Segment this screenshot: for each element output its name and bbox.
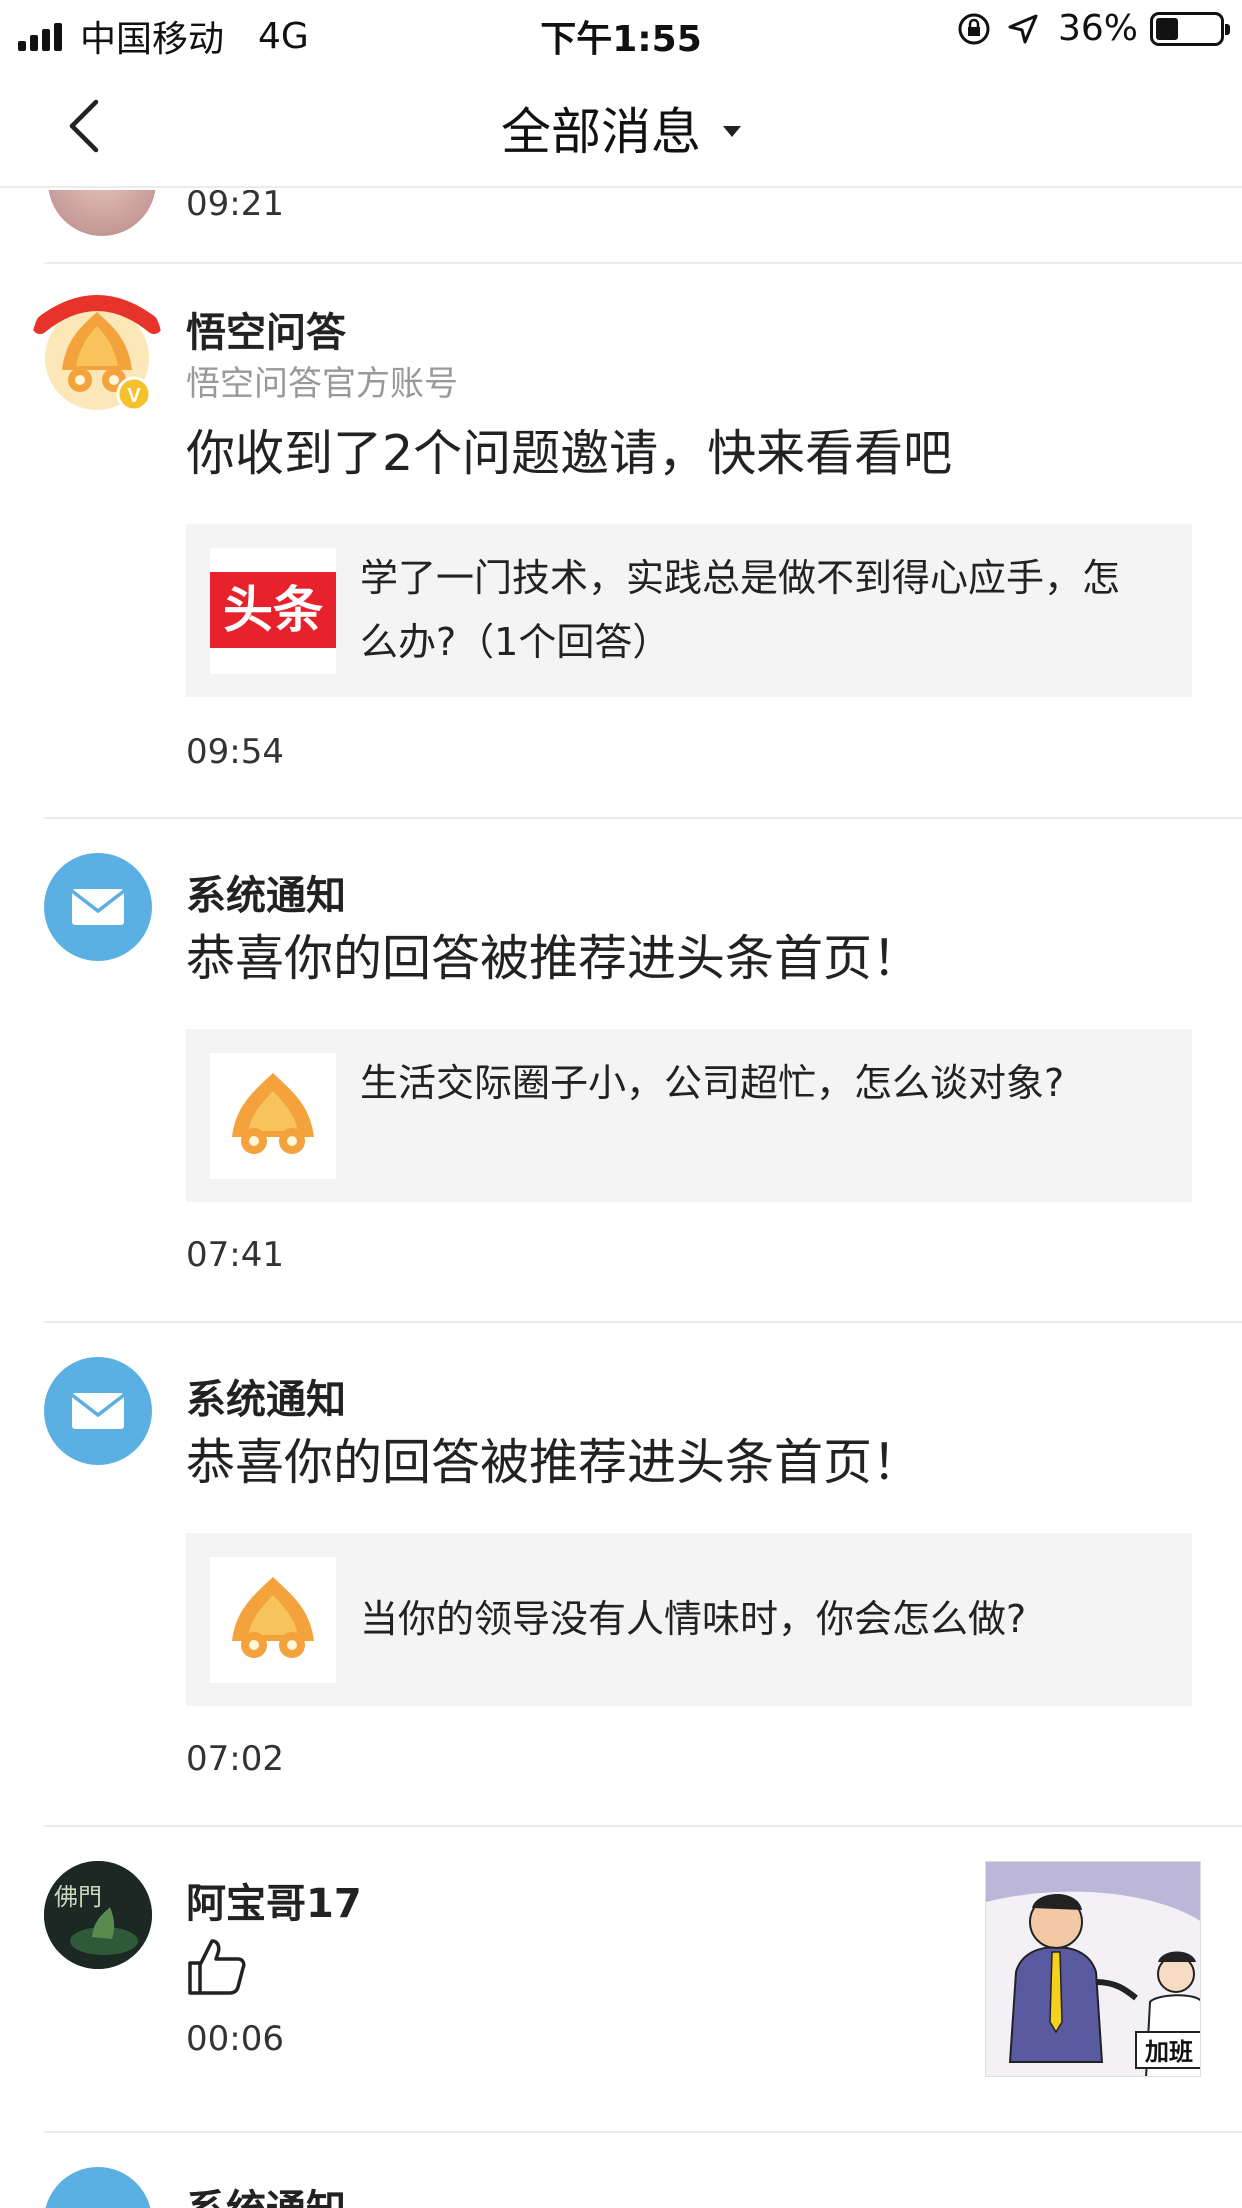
list-item[interactable]: 系统通知 (0, 2133, 1242, 2208)
message-text: 恭喜你的回答被推荐进头条首页！ (186, 930, 922, 987)
toutiao-logo: 头条 (210, 572, 336, 648)
card-thumbnail (210, 1053, 336, 1179)
battery-fill (1156, 17, 1178, 40)
sender-name[interactable]: 系统通知 (186, 863, 346, 921)
card-thumbnail (210, 1557, 336, 1683)
card-text: 学了一门技术，实践总是做不到得心应手，怎么办?（1个回答） (360, 556, 1121, 664)
location-icon (1008, 14, 1038, 43)
caret-down-icon (723, 126, 741, 137)
card-thumbnail: 头条 (210, 548, 336, 674)
battery-percent: 36% (1057, 8, 1138, 49)
message-text: 恭喜你的回答被推荐进头条首页！ (186, 1434, 922, 1491)
user-avatar: 佛門 (44, 1861, 152, 1969)
question-card[interactable]: 生活交际圈子小，公司超忙，怎么谈对象? (186, 1029, 1192, 1202)
mail-icon (70, 1393, 126, 1429)
wukong-logo-icon: V (32, 295, 162, 412)
avatar-text: 佛門 (54, 1883, 102, 1911)
sender-name[interactable]: 阿宝哥17 (186, 1871, 362, 1929)
message-time: 09:21 (186, 190, 284, 224)
sender-subtitle: 悟空问答官方账号 (186, 364, 458, 404)
orientation-lock-icon (958, 13, 990, 44)
thumbs-up-icon (188, 1939, 246, 1995)
status-right: 36% (956, 8, 1230, 49)
system-avatar (44, 2167, 152, 2208)
battery-icon (1150, 11, 1230, 46)
nav-title: 全部消息 (501, 103, 701, 161)
image-text: 加班 (1145, 2038, 1193, 2066)
partial-list-item[interactable]: 09:21 (0, 190, 1242, 262)
wukong-logo-icon (232, 1577, 314, 1658)
question-card[interactable]: 头条 学了一门技术，实践总是做不到得心应手，怎么办?（1个回答） (186, 524, 1192, 697)
message-time: 00:06 (186, 2019, 284, 2059)
sender-name[interactable]: 系统通知 (186, 1367, 346, 1425)
cartoon-image: 加班 (986, 1862, 1200, 2076)
lotus-avatar-image: 佛門 (44, 1861, 152, 1969)
wukong-logo-icon (232, 1073, 314, 1154)
list-item[interactable]: 系统通知 恭喜你的回答被推荐进头条首页！ 当你的领导没有人情味时，你会怎么做? … (0, 1323, 1242, 1825)
card-text: 生活交际圈子小，公司超忙，怎么谈对象? (360, 1061, 1065, 1105)
message-time: 09:54 (186, 732, 284, 772)
system-avatar (44, 853, 152, 961)
sender-name[interactable]: 系统通知 (186, 2177, 346, 2208)
list-item[interactable]: 系统通知 恭喜你的回答被推荐进头条首页！ 生活交际圈子小，公司超忙，怎么谈对象?… (0, 819, 1242, 1321)
nav-bar: 全部消息 (0, 62, 1242, 188)
list-item[interactable]: V 悟空问答 悟空问答官方账号 你收到了2个问题邀请，快来看看吧 头条 学了一门… (0, 264, 1242, 820)
message-time: 07:41 (186, 1235, 284, 1275)
post-thumbnail[interactable]: 加班 (985, 1861, 1201, 2077)
mail-icon (70, 889, 126, 925)
question-card[interactable]: 当你的领导没有人情味时，你会怎么做? (186, 1533, 1192, 1706)
status-bar: 中国移动 4G 下午1:55 36% (0, 0, 1242, 62)
card-text: 当你的领导没有人情味时，你会怎么做? (360, 1597, 1027, 1641)
system-avatar (44, 1357, 152, 1465)
message-list[interactable]: 09:21 V 悟空问答 悟空问答官方账号 你收到了2个问题邀请，快来看看吧 头… (0, 190, 1242, 2208)
sender-name[interactable]: 悟空问答 (186, 300, 346, 358)
nav-title-dropdown[interactable]: 全部消息 (0, 92, 1242, 164)
avatar (48, 190, 156, 236)
svg-text:V: V (127, 385, 141, 407)
list-item[interactable]: 佛門 阿宝哥17 00:06 加班 (0, 1827, 1242, 2129)
message-text: 你收到了2个问题邀请，快来看看吧 (186, 425, 953, 482)
message-time: 07:02 (186, 1739, 284, 1779)
wukong-avatar: V (32, 288, 162, 418)
